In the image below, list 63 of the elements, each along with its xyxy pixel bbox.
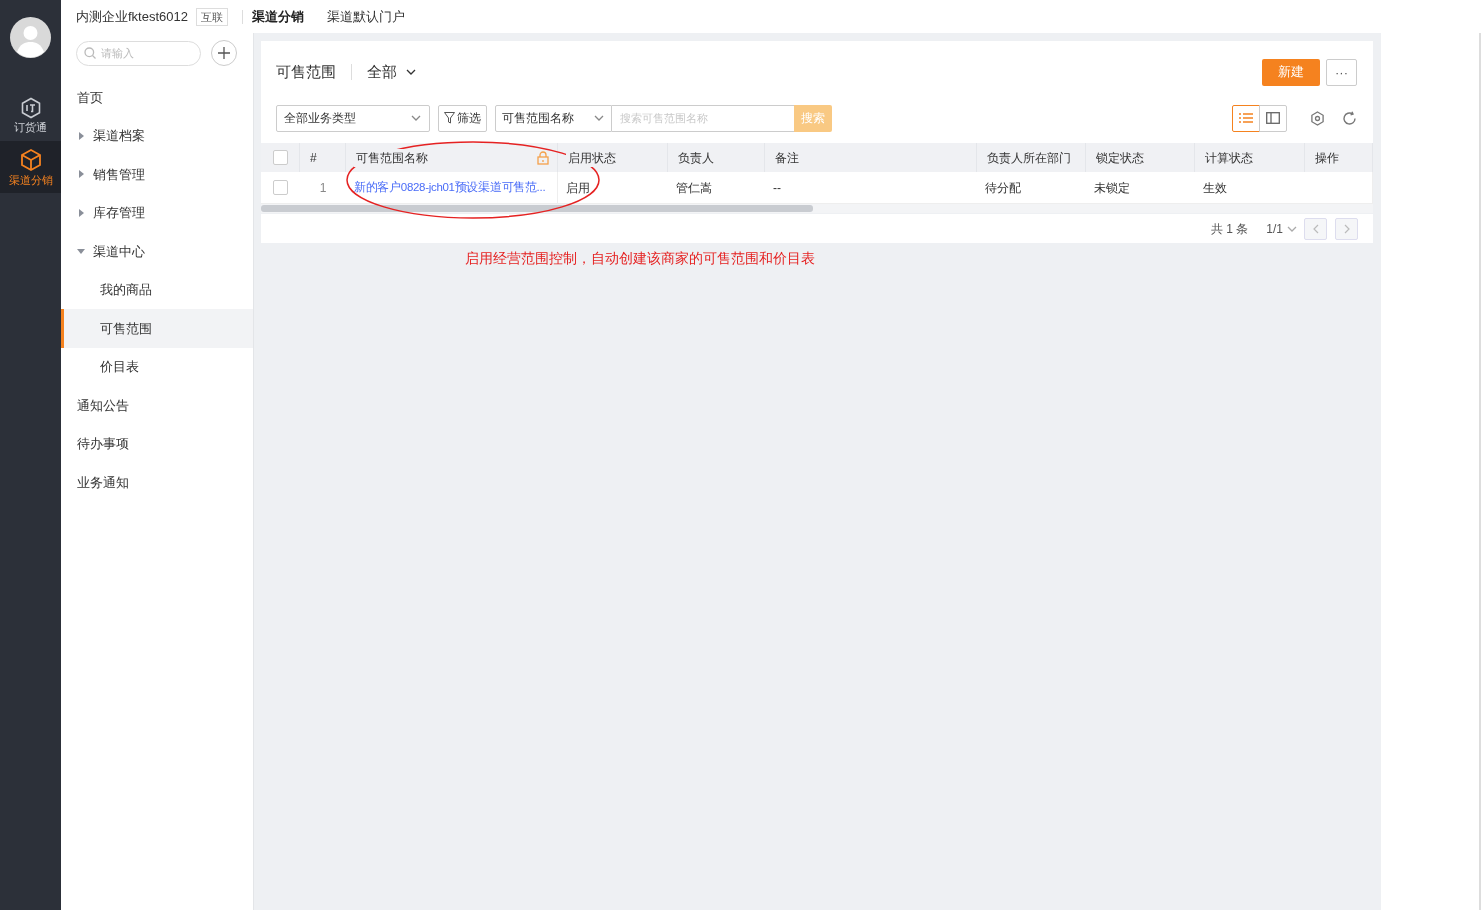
nav-item[interactable]: 库存管理: [61, 193, 253, 232]
refresh-icon[interactable]: [1342, 110, 1357, 126]
hexagon-icon: [19, 97, 42, 119]
prev-page-button[interactable]: [1304, 217, 1327, 240]
type-select[interactable]: 全部业务类型: [276, 104, 430, 132]
header-tab[interactable]: 渠道分销: [252, 6, 304, 27]
scrollbar-thumb[interactable]: [261, 205, 813, 212]
table-cell-text: 生效: [1203, 179, 1227, 197]
avatar-icon[interactable]: [10, 17, 51, 58]
company-tag: 互联: [196, 7, 228, 26]
page-title: 可售范围: [276, 61, 336, 82]
range-name-link[interactable]: 新的客户0828-jch01预设渠道可售范...: [354, 178, 546, 197]
next-page-button[interactable]: [1335, 217, 1358, 240]
column-header: 操作: [1305, 143, 1373, 172]
chevron-left-icon: [1311, 223, 1320, 234]
table-cell-text: 未锁定: [1094, 179, 1130, 197]
filter-button[interactable]: 筛选: [438, 104, 487, 132]
nav-item[interactable]: 通知公告: [61, 386, 253, 425]
nav-item[interactable]: 我的商品: [61, 270, 253, 309]
row-checkbox[interactable]: [273, 180, 288, 195]
more-button[interactable]: ···: [1326, 58, 1357, 86]
plus-icon: [218, 47, 230, 59]
nav-item[interactable]: 可售范围: [61, 309, 253, 348]
table-cell-text: 管仁嵩: [676, 179, 712, 197]
list-icon: [1239, 112, 1253, 124]
nav-item[interactable]: 销售管理: [61, 155, 253, 194]
select-all-checkbox[interactable]: [272, 150, 288, 165]
nav-item[interactable]: 渠道中心: [61, 232, 253, 271]
nav-item[interactable]: 业务通知: [61, 463, 253, 502]
column-header: 启用状态: [558, 143, 668, 172]
cube-icon: [18, 148, 43, 172]
column-header: 计算状态: [1195, 143, 1305, 172]
column-header: 锁定状态: [1086, 143, 1195, 172]
table-cell-text: 启用: [566, 179, 590, 197]
split-view-button[interactable]: [1259, 104, 1287, 132]
columns-icon: [1266, 112, 1280, 124]
field-select[interactable]: 可售范围名称: [495, 104, 612, 132]
search-input[interactable]: 请输入: [101, 44, 181, 62]
scope-dropdown[interactable]: 全部: [367, 60, 417, 84]
table-cell-text: --: [773, 179, 781, 197]
total-count: 共 1 条: [1210, 220, 1249, 238]
annotation-note: 启用经营范围控制，自动创建该商家的可售范围和价目表: [465, 249, 816, 268]
filter-icon: [444, 112, 455, 124]
nav-item[interactable]: 首页: [61, 78, 253, 117]
rail-item[interactable]: 渠道分销: [0, 141, 61, 193]
settings-icon[interactable]: [1310, 110, 1325, 126]
page-select[interactable]: 1/1: [1266, 219, 1298, 238]
nav-item[interactable]: 价目表: [61, 347, 253, 386]
lock-icon: [537, 150, 549, 165]
rail-item[interactable]: 订货通: [0, 89, 61, 141]
company-name: 内测企业fktest6012: [76, 7, 188, 26]
column-header: 可售范围名称: [346, 143, 558, 172]
nav-item[interactable]: 待办事项: [61, 424, 253, 463]
column-header: 负责人: [668, 143, 765, 172]
search-icon: [84, 47, 96, 59]
header-tab[interactable]: 渠道默认门户: [327, 6, 405, 27]
chevron-right-icon: [1342, 223, 1351, 234]
nav-item[interactable]: 渠道档案: [61, 116, 253, 155]
table-cell-text: 1: [319, 179, 327, 197]
column-header: 备注: [765, 143, 977, 172]
list-view-button[interactable]: [1232, 104, 1260, 132]
column-header: #: [300, 143, 346, 172]
table-cell-text: 待分配: [985, 179, 1021, 197]
